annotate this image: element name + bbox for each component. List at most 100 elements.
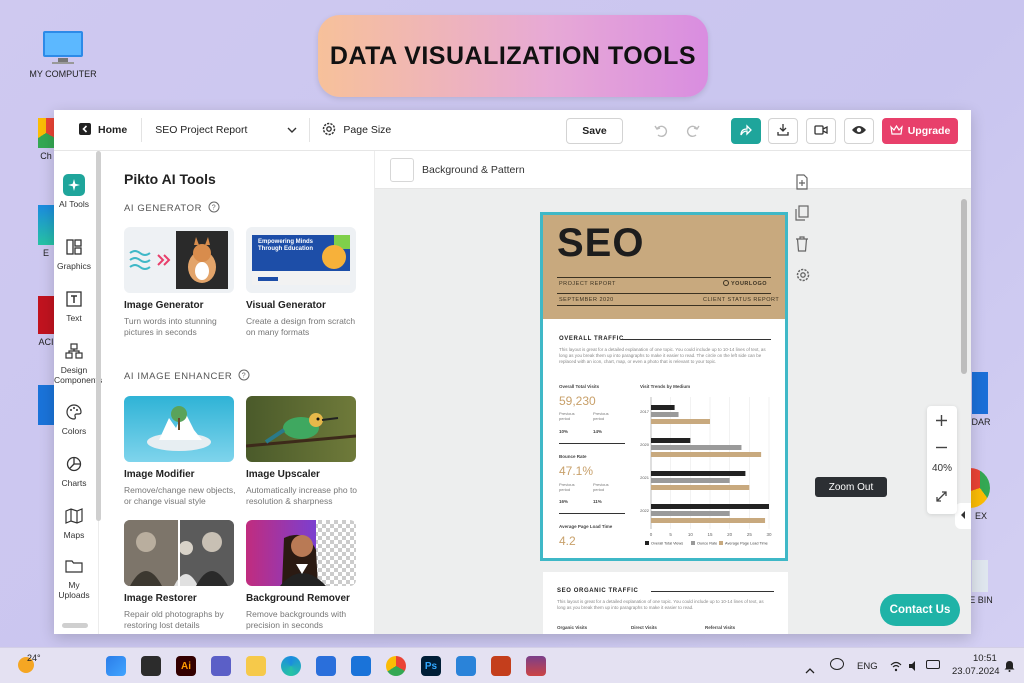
volume-icon[interactable] [908,659,920,677]
desktop-icon-label: ACI [38,337,54,347]
rail-scrollbar[interactable] [96,151,101,521]
chart-legend-swatch [645,541,649,545]
teams-icon[interactable] [211,656,231,676]
rail-item-my-uploads[interactable]: My Uploads [54,555,94,600]
preview-button[interactable] [844,118,874,144]
desktop-icon-chrome[interactable]: Ch [38,118,54,161]
rail-item-colors[interactable]: Colors [54,401,94,436]
desktop-icon-acrobat[interactable]: ACI [38,296,54,347]
rail-horizontal-scrollbar[interactable] [62,623,88,628]
section-label: AI GENERATOR [124,203,203,214]
visual-generator-thumbnail[interactable]: Empowering Minds Through Education [246,227,356,293]
previous-period-label: Previous period [559,411,575,421]
right-panel-toggle[interactable] [955,503,971,529]
image-restorer-thumbnail[interactable] [124,520,234,586]
mail-icon[interactable] [351,656,371,676]
image-upscaler-thumbnail[interactable] [246,396,356,462]
trash-icon[interactable] [795,236,811,257]
rail-item-text[interactable]: Text [54,288,94,323]
rail-item-maps[interactable]: Maps [54,505,94,540]
edge-icon[interactable] [281,656,301,676]
clock-time[interactable]: 10:51 [973,653,997,664]
logo-icon [723,280,729,286]
home-button[interactable]: Home [79,122,127,138]
illustrator-icon[interactable]: Ai [176,656,196,676]
project-dropdown[interactable]: SEO Project Report [155,124,297,136]
chart-bar [651,504,769,509]
share-button[interactable] [731,118,761,144]
page-tools [795,174,811,288]
metric-label: Bounce Rate [559,454,587,459]
overall-text: This layout is great for a detailed expl… [559,347,766,364]
add-page-icon[interactable] [795,174,811,195]
folder-icon [63,555,85,577]
upgrade-button[interactable]: Upgrade [882,118,958,144]
rail-label: Text [66,313,82,323]
rail-item-charts[interactable]: Charts [54,453,94,488]
wifi-icon[interactable] [890,659,902,677]
winrar-icon[interactable] [526,656,546,676]
background-remover-thumbnail[interactable] [246,520,356,586]
chrome-icon [38,118,54,148]
background-swatch[interactable] [390,157,414,182]
map-icon [63,505,85,527]
task-view-icon[interactable] [141,656,161,676]
redo-icon[interactable] [678,118,708,144]
tool-title: Image Modifier [124,469,195,480]
zoom-in-icon[interactable] [935,414,948,432]
image-generator-thumbnail[interactable] [124,227,234,293]
chart-legend-swatch [719,541,723,545]
rail-item-ai-tools[interactable]: AI Tools [54,174,94,209]
tool-rail: AI Tools Graphics Text Design Components… [54,151,102,634]
chart-bar [651,412,679,417]
desktop-icon-mail[interactable] [38,385,54,428]
language-indicator[interactable]: ENG [857,661,878,672]
chevron-up-icon[interactable] [805,661,815,679]
document-page[interactable]: SEO PROJECT REPORT YOURLOGO SEPTEMBER 20… [540,212,788,561]
share-icon [739,123,753,140]
image-modifier-thumbnail[interactable] [124,396,234,462]
gear-icon[interactable] [795,267,811,288]
duplicate-page-icon[interactable] [795,205,811,226]
rail-item-graphics[interactable]: Graphics [54,236,94,271]
notification-bell-icon[interactable] [1004,659,1015,677]
rail-item-design-components[interactable]: Design Components [54,340,102,385]
photoshop-icon[interactable]: Ps [421,656,441,676]
battery-icon[interactable] [926,660,940,669]
client-report-label: CLIENT STATUS REPORT [703,297,780,303]
background-pattern-bar[interactable]: Background & Pattern [375,151,971,189]
organic-traffic-heading: SEO ORGANIC TRAFFIC [557,588,639,594]
fit-screen-icon[interactable] [935,490,948,508]
cloud-icon[interactable] [830,658,844,670]
chrome-icon[interactable] [386,656,406,676]
tool-title: Background Remover [246,593,350,604]
help-icon[interactable]: ? [208,201,220,216]
photos-icon[interactable] [456,656,476,676]
rail-label: Colors [61,426,87,436]
metric-value: 59,230 [559,394,596,408]
chart-category-label: 2020 [640,442,650,447]
page-size-button[interactable]: Page Size [321,121,391,140]
palette-icon [63,401,85,423]
top-toolbar: Home SEO Project Report Page Size Save U… [54,110,971,151]
clock-date[interactable]: 23.07.2024 [952,666,1000,677]
store-icon[interactable] [316,656,336,676]
save-button[interactable]: Save [566,118,623,144]
contact-us-button[interactable]: Contact Us [880,594,960,626]
page-size-label: Page Size [343,124,392,136]
windows-start-icon[interactable] [106,656,126,676]
desktop-icon-my-computer[interactable]: MY COMPUTER [28,30,98,79]
chart-bar [651,405,675,410]
desktop-icon-edge[interactable]: E [38,205,54,258]
powerpoint-icon[interactable] [491,656,511,676]
zoom-out-icon[interactable] [935,441,948,459]
canvas-scrollbar[interactable] [961,199,967,374]
organic-col-header: Referral Visits [705,625,736,630]
undo-icon[interactable] [646,118,676,144]
file-explorer-icon[interactable] [246,656,266,676]
record-video-button[interactable] [806,118,836,144]
help-icon[interactable]: ? [238,369,250,384]
download-button[interactable] [768,118,798,144]
rail-label: AI Tools [58,199,90,209]
document-page-2[interactable]: SEO ORGANIC TRAFFIC This layout is great… [543,572,788,634]
